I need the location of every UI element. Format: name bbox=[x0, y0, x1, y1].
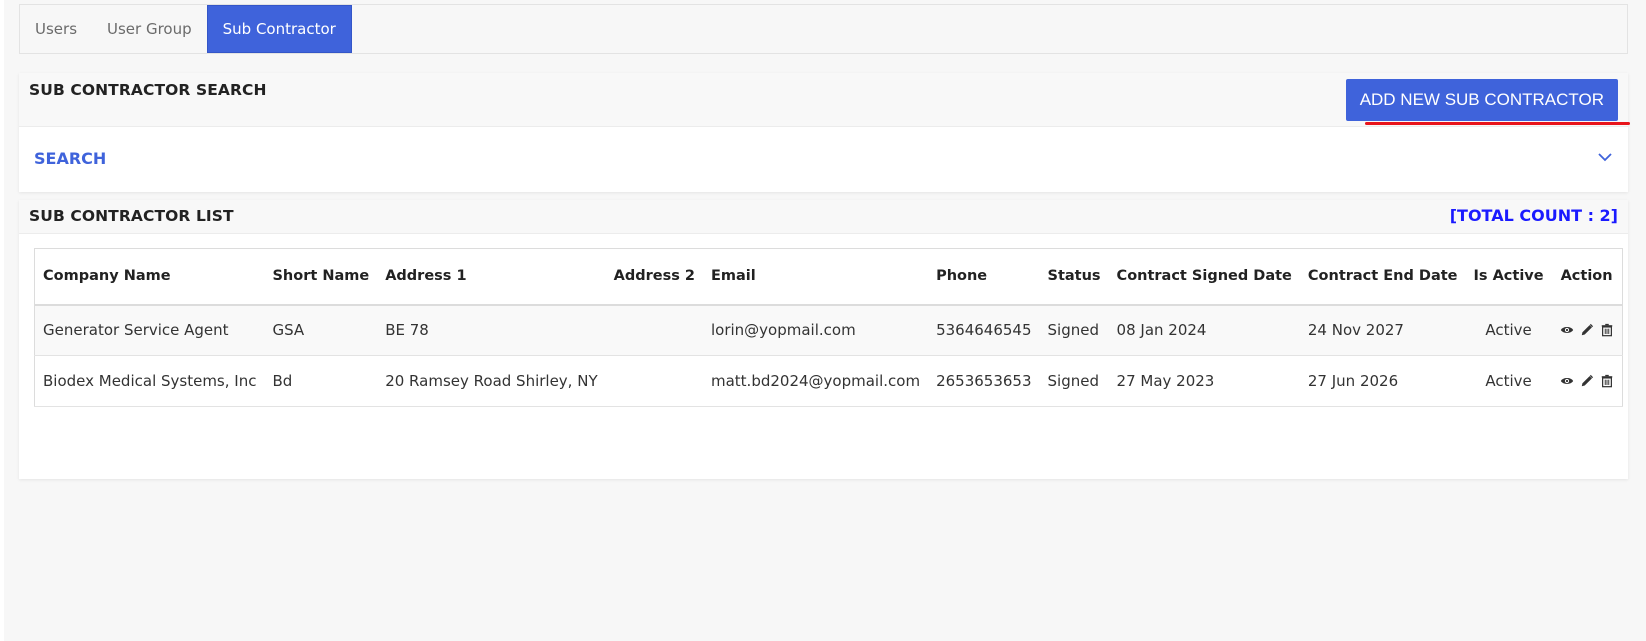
cell-contract-signed-date: 27 May 2023 bbox=[1108, 355, 1300, 407]
cell-is-active: Active bbox=[1465, 355, 1552, 407]
column-header-is-active[interactable]: Is Active bbox=[1465, 248, 1552, 306]
cell-actions bbox=[1551, 304, 1623, 356]
cell-is-active: Active bbox=[1465, 304, 1552, 356]
table-row: Biodex Medical Systems, Inc Bd 20 Ramsey… bbox=[34, 355, 1623, 407]
column-header-contract-end-date[interactable]: Contract End Date bbox=[1299, 248, 1466, 306]
cell-email: matt.bd2024@yopmail.com bbox=[702, 355, 929, 407]
tab-users[interactable]: Users bbox=[20, 5, 92, 53]
eye-icon[interactable] bbox=[1560, 323, 1574, 337]
tab-sub-contractor[interactable]: Sub Contractor bbox=[206, 5, 352, 53]
pencil-icon[interactable] bbox=[1580, 323, 1594, 337]
highlight-underline bbox=[1365, 122, 1630, 125]
cell-status: Signed bbox=[1039, 355, 1109, 407]
cell-contract-end-date: 24 Nov 2027 bbox=[1299, 304, 1466, 356]
column-header-contract-signed-date[interactable]: Contract Signed Date bbox=[1108, 248, 1300, 306]
add-new-sub-contractor-button[interactable]: ADD NEW SUB CONTRACTOR bbox=[1345, 79, 1618, 121]
search-card-header: SUB CONTRACTOR SEARCH ADD NEW SUB CONTRA… bbox=[19, 73, 1630, 127]
cell-phone: 5364646545 bbox=[928, 304, 1040, 356]
column-header-address-2[interactable]: Address 2 bbox=[605, 248, 703, 306]
table-header-row: Company Name Short Name Address 1 Addres… bbox=[34, 248, 1623, 306]
cell-address-1: 20 Ramsey Road Shirley, NY bbox=[377, 355, 606, 407]
list-card-header: SUB CONTRACTOR LIST [TOTAL COUNT : 2] bbox=[19, 200, 1628, 234]
sub-contractor-list-card: SUB CONTRACTOR LIST [TOTAL COUNT : 2] Co… bbox=[19, 200, 1628, 479]
tab-user-group[interactable]: User Group bbox=[92, 5, 207, 53]
cell-address-2 bbox=[605, 355, 703, 407]
cell-contract-end-date: 27 Jun 2026 bbox=[1299, 355, 1466, 407]
cell-contract-signed-date: 08 Jan 2024 bbox=[1108, 304, 1300, 356]
eye-icon[interactable] bbox=[1560, 374, 1574, 388]
table-row: Generator Service Agent GSA BE 78 lorin@… bbox=[34, 304, 1623, 356]
cell-short-name: GSA bbox=[264, 304, 378, 356]
column-header-company-name[interactable]: Company Name bbox=[34, 248, 265, 306]
cell-actions bbox=[1551, 355, 1623, 407]
sub-contractor-table: Company Name Short Name Address 1 Addres… bbox=[34, 248, 1623, 407]
chevron-down-icon[interactable] bbox=[1596, 148, 1614, 166]
cell-company-name: Generator Service Agent bbox=[34, 304, 265, 356]
cell-phone: 2653653653 bbox=[928, 355, 1040, 407]
cell-short-name: Bd bbox=[264, 355, 378, 407]
search-accordion-toggle[interactable]: SEARCH bbox=[19, 127, 1628, 192]
search-label: SEARCH bbox=[34, 149, 107, 168]
column-header-address-1[interactable]: Address 1 bbox=[377, 248, 606, 306]
pencil-icon[interactable] bbox=[1580, 374, 1594, 388]
column-header-phone[interactable]: Phone bbox=[928, 248, 1040, 306]
cell-email: lorin@yopmail.com bbox=[702, 304, 929, 356]
total-count: [TOTAL COUNT : 2] bbox=[1449, 206, 1618, 225]
cell-address-2 bbox=[605, 304, 703, 356]
column-header-short-name[interactable]: Short Name bbox=[264, 248, 378, 306]
sub-contractor-search-card: SUB CONTRACTOR SEARCH ADD NEW SUB CONTRA… bbox=[19, 73, 1630, 192]
cell-status: Signed bbox=[1039, 304, 1109, 356]
search-card-title: SUB CONTRACTOR SEARCH bbox=[29, 81, 267, 99]
cell-address-1: BE 78 bbox=[377, 304, 606, 356]
tab-bar: Users User Group Sub Contractor bbox=[19, 4, 1628, 54]
cell-company-name: Biodex Medical Systems, Inc bbox=[34, 355, 265, 407]
column-header-action: Action bbox=[1551, 248, 1623, 306]
column-header-status[interactable]: Status bbox=[1039, 248, 1109, 306]
trash-icon[interactable] bbox=[1600, 323, 1614, 337]
trash-icon[interactable] bbox=[1600, 374, 1614, 388]
column-header-email[interactable]: Email bbox=[702, 248, 929, 306]
list-card-title: SUB CONTRACTOR LIST bbox=[29, 207, 234, 225]
